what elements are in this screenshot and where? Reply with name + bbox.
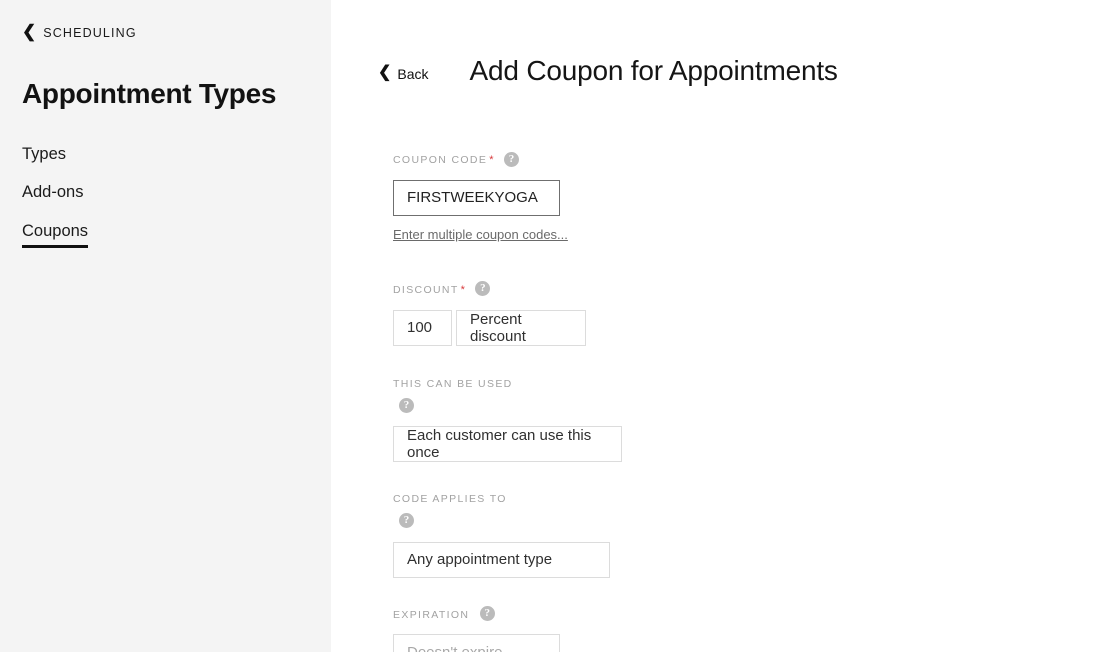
coupon-code-label-row: COUPON CODE * ?: [393, 148, 525, 171]
usage-select[interactable]: Each customer can use this once: [393, 426, 622, 463]
app-root: ❮ SCHEDULING Appointment Types Types Add…: [0, 0, 1113, 652]
help-circle-icon[interactable]: ?: [503, 151, 519, 167]
discount-row: 100 Percent discount: [393, 301, 1113, 346]
applies-to-select[interactable]: Any appointment type: [393, 541, 610, 578]
enter-multiple-codes-link[interactable]: Enter multiple coupon codes...: [393, 227, 568, 242]
coupon-form: COUPON CODE * ? FIRSTWEEKYOGA Enter multi…: [331, 110, 1113, 652]
applies-to-label: CODE APPLIES TO: [393, 493, 507, 506]
usage-label-row: THIS CAN BE USED ?: [393, 372, 525, 417]
discount-type-select[interactable]: Percent discount: [456, 309, 586, 346]
back-button-label: Back: [397, 65, 429, 82]
usage-label: THIS CAN BE USED: [393, 377, 513, 390]
sidebar-item-types[interactable]: Types: [22, 144, 66, 165]
field-expiration: EXPIRATION ? Doesn't expire Leave blank …: [393, 603, 1113, 652]
discount-label-row: DISCOUNT * ?: [393, 278, 525, 301]
sidebar-title: Appointment Types: [22, 78, 277, 109]
expiration-label-row: EXPIRATION ?: [393, 603, 525, 626]
help-circle-icon[interactable]: ?: [399, 397, 414, 413]
help-circle-icon[interactable]: ?: [479, 605, 495, 621]
main-content: ❮ Back Add Coupon for Appointments COUPO…: [331, 0, 1113, 652]
page-header: ❮ Back Add Coupon for Appointments: [331, 0, 1113, 110]
sidebar-item-add-ons[interactable]: Add-ons: [22, 182, 83, 203]
expiration-input[interactable]: Doesn't expire: [393, 634, 560, 652]
coupon-code-input[interactable]: FIRSTWEEKYOGA: [393, 179, 560, 216]
chevron-left-icon: ❮: [378, 63, 392, 81]
sidebar-item-coupons[interactable]: Coupons: [22, 221, 89, 248]
back-button[interactable]: ❮ Back: [378, 63, 429, 82]
required-asterisk: *: [489, 154, 494, 167]
applies-to-label-row: CODE APPLIES TO ?: [393, 487, 525, 532]
help-circle-icon[interactable]: ?: [399, 513, 414, 529]
field-usage: THIS CAN BE USED ? Each customer can use…: [393, 372, 1113, 463]
required-asterisk: *: [460, 283, 465, 296]
sidebar: ❮ SCHEDULING Appointment Types Types Add…: [0, 0, 331, 652]
help-circle-icon[interactable]: ?: [475, 281, 491, 297]
sidebar-nav: Types Add-ons Coupons: [22, 144, 309, 248]
coupon-code-label: COUPON CODE: [393, 154, 488, 167]
field-coupon-code: COUPON CODE * ? FIRSTWEEKYOGA Enter multi…: [393, 148, 1113, 244]
discount-amount-input[interactable]: 100: [393, 309, 452, 346]
expiration-label: EXPIRATION: [393, 608, 470, 621]
field-applies-to: CODE APPLIES TO ? Any appointment type: [393, 487, 1113, 578]
discount-label: DISCOUNT: [393, 283, 459, 296]
sidebar-back-label: SCHEDULING: [43, 25, 137, 40]
chevron-left-icon: ❮: [22, 22, 37, 41]
page-title: Add Coupon for Appointments: [469, 55, 838, 87]
sidebar-back-link[interactable]: ❮ SCHEDULING: [22, 22, 309, 41]
field-discount: DISCOUNT * ? 100 Percent discount: [393, 278, 1113, 346]
